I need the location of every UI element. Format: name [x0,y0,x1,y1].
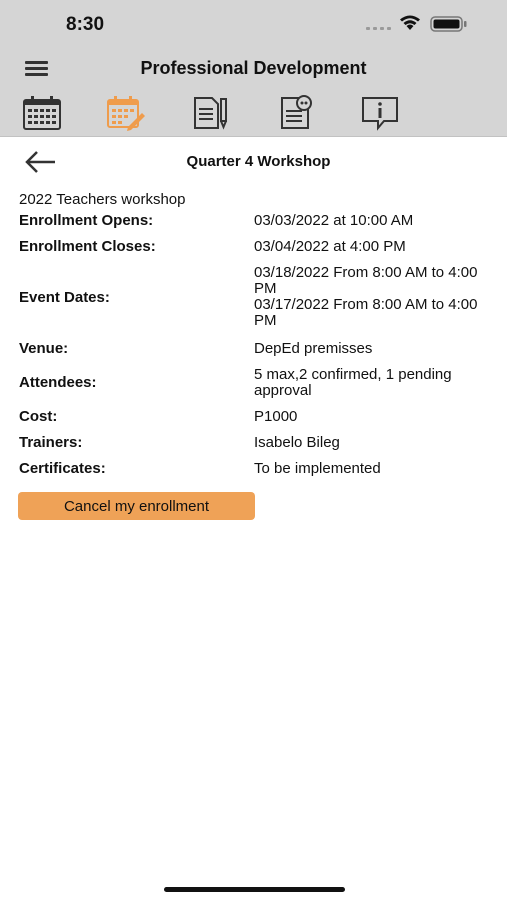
info-icon[interactable] [360,95,400,131]
battery-icon [430,16,467,32]
field-value: 03/18/2022 From 8:00 AM to 4:00 PM 03/17… [254,264,478,329]
field-label: Certificates: [19,460,106,477]
field-value: Isabelo Bileg [254,434,340,451]
document-edit-icon[interactable] [191,95,231,131]
event-dates-row: Event Dates: 03/18/2022 From 8:00 AM to … [19,265,489,331]
field-label: Trainers: [19,434,83,451]
field-value: P1000 [254,408,298,425]
field-label: Cost: [19,408,58,425]
quote-document-icon[interactable] [277,95,317,131]
calendar-icon[interactable] [22,95,62,131]
cancel-enrollment-button[interactable]: Cancel my enrollment [18,492,255,520]
field-label: Event Dates: [19,289,110,306]
app-title: Professional Development [140,58,367,78]
attendees-row: Attendees: 5 max,2 confirmed, 1 pending … [19,367,489,401]
field-label: Enrollment Closes: [19,238,156,255]
home-indicator [164,887,345,892]
section-toolbar [0,90,507,137]
status-time: 8:30 [66,14,105,35]
field-label: Venue: [19,340,69,357]
cellular-signal-icon [366,27,391,30]
field-value: To be implemented [254,460,381,477]
status-bar: 8:30 [0,0,507,48]
calendar-edit-icon[interactable] [106,95,146,131]
workshop-subtitle: 2022 Teachers workshop [19,191,186,208]
page-title: Quarter 4 Workshop [186,153,331,170]
navigation-bar: Professional Development [0,48,507,91]
field-value: 03/04/2022 at 4:00 PM [254,238,406,255]
field-value: DepEd premisses [254,340,373,357]
field-value: 5 max,2 confirmed, 1 pending approval [254,366,452,399]
wifi-icon [400,15,420,30]
field-value: 03/03/2022 at 10:00 AM [254,212,414,229]
field-label: Enrollment Opens: [19,212,154,229]
field-label: Attendees: [19,374,97,391]
